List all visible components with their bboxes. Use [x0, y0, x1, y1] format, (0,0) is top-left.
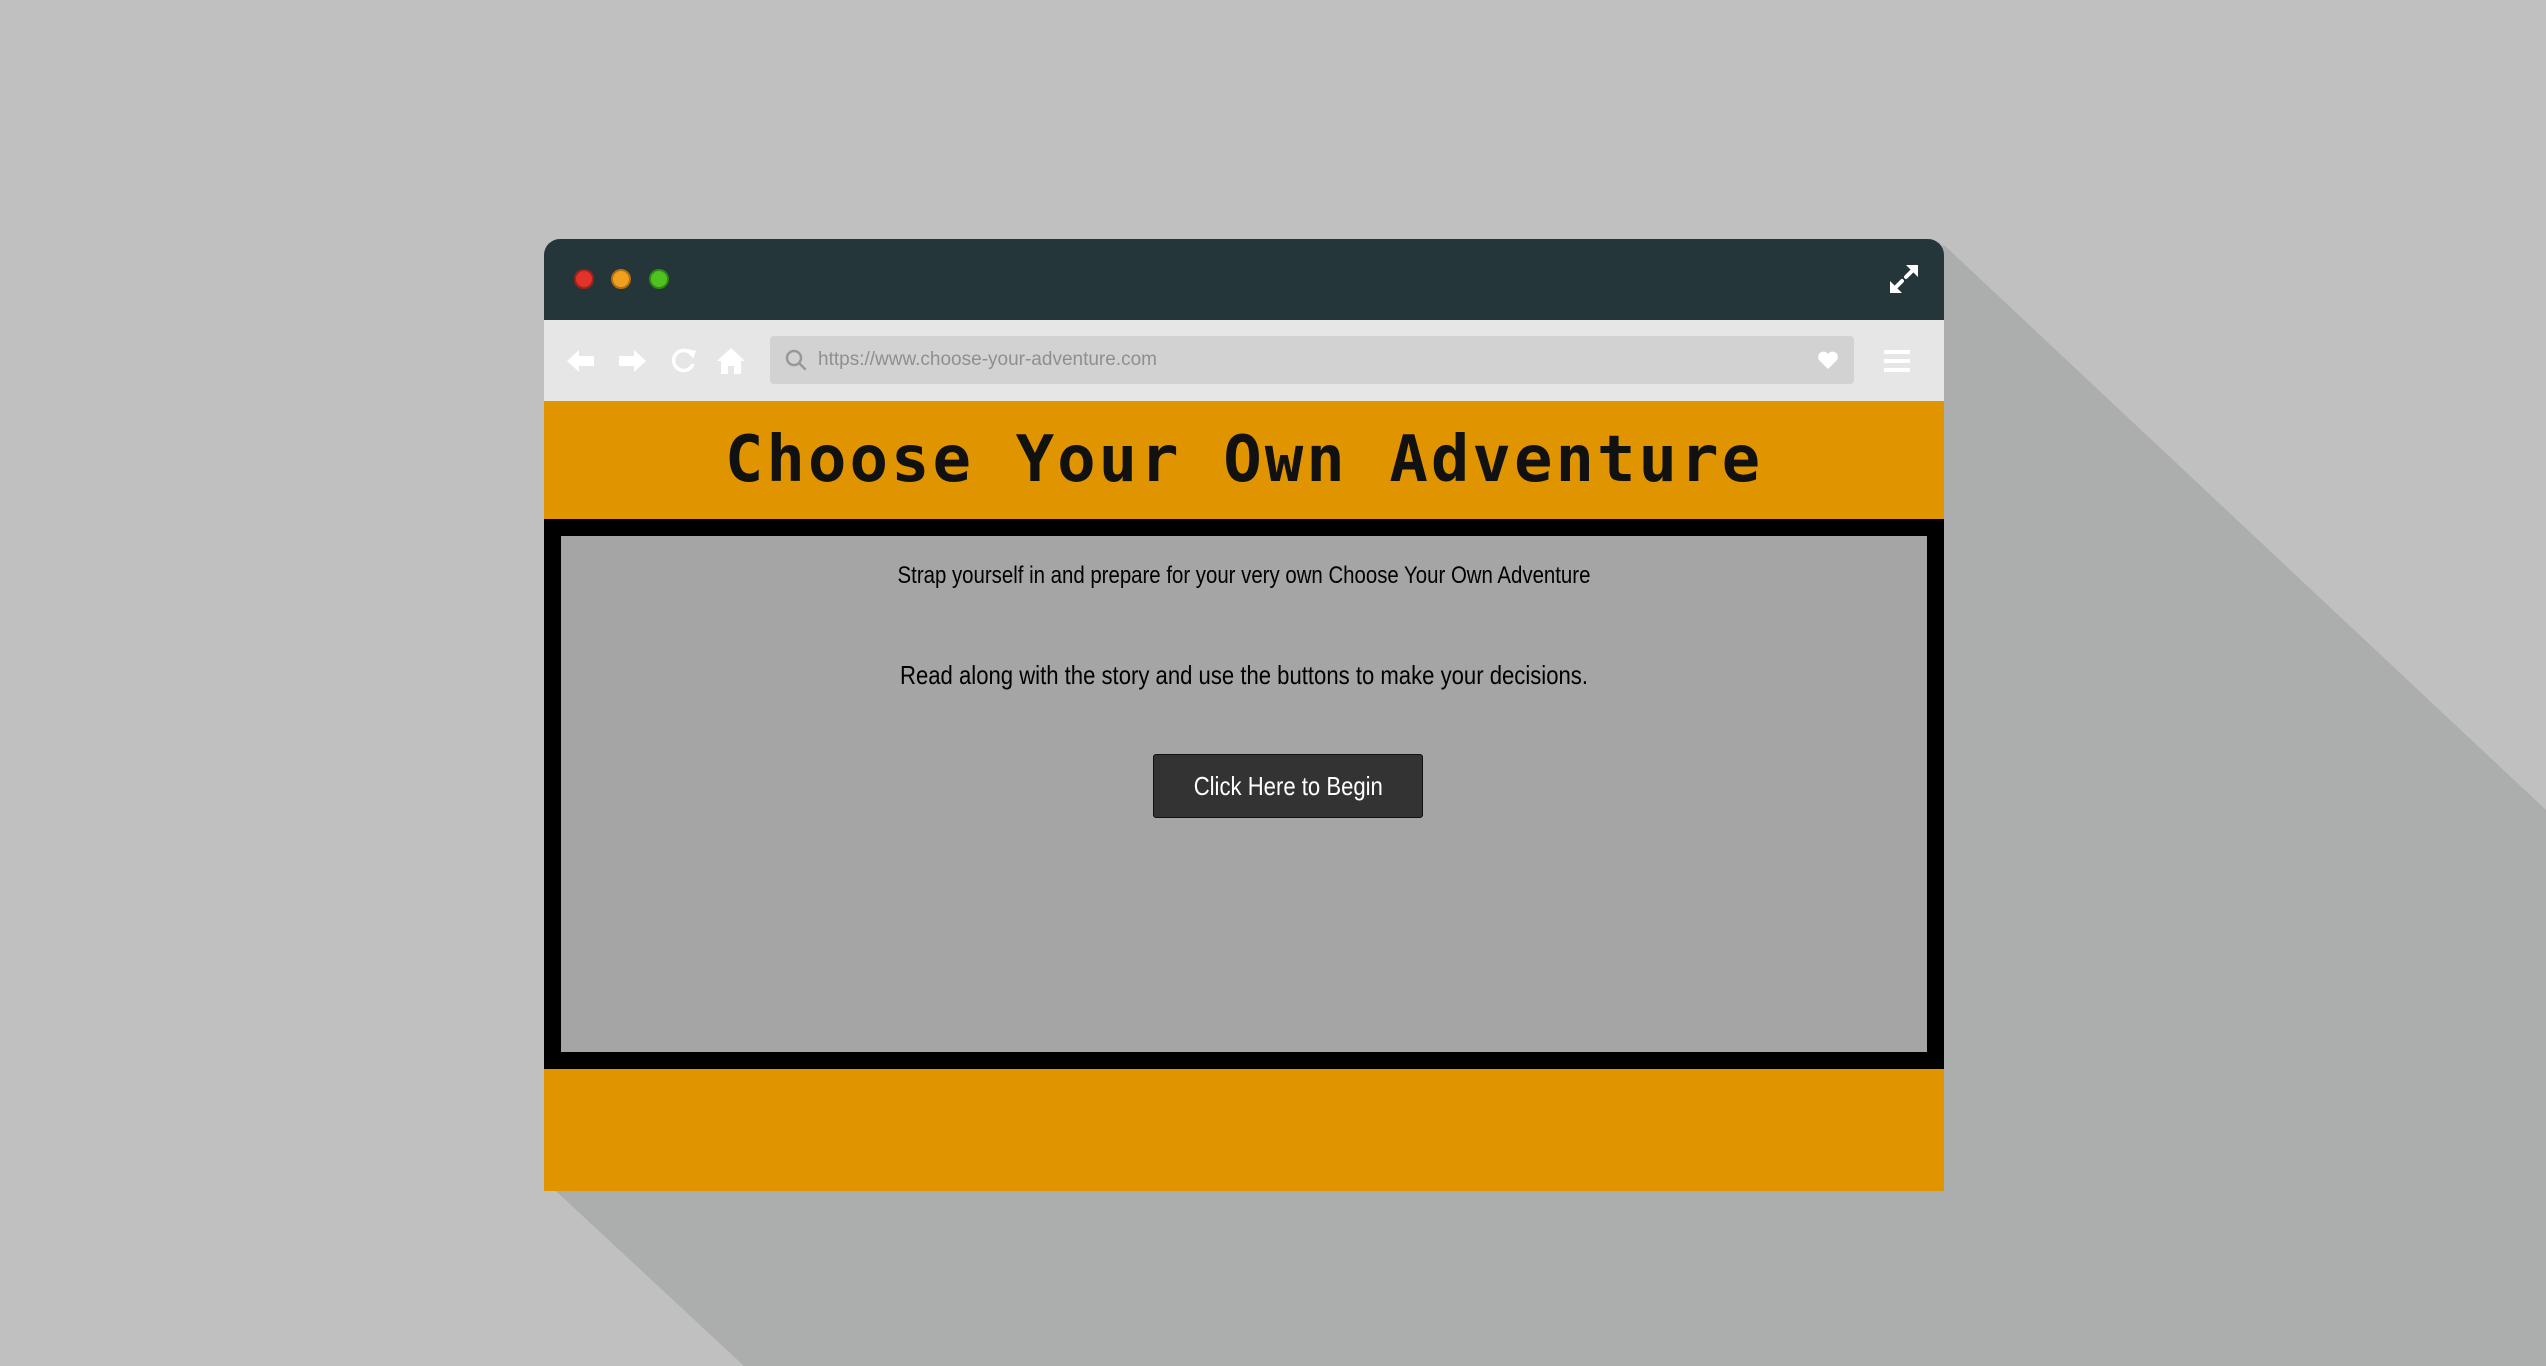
intro-text: Strap yourself in and prepare for your v…: [897, 562, 1591, 589]
page-header: Choose Your Own Adventure: [544, 401, 1944, 519]
web-page: Choose Your Own Adventure Strap yourself…: [544, 401, 1944, 1191]
address-bar[interactable]: https://www.choose-your-adventure.com: [770, 336, 1854, 384]
browser-window: https://www.choose-your-adventure.com Ch…: [544, 239, 1944, 1191]
back-arrow-icon[interactable]: [564, 344, 598, 378]
browser-toolbar: https://www.choose-your-adventure.com: [544, 320, 1944, 401]
minimize-dot[interactable]: [611, 269, 631, 289]
content-frame: Strap yourself in and prepare for your v…: [544, 519, 1944, 1069]
begin-button[interactable]: Click Here to Begin: [1153, 754, 1423, 818]
page-title: Choose Your Own Adventure: [724, 423, 1764, 497]
hamburger-menu-icon[interactable]: [1880, 344, 1914, 378]
reload-icon[interactable]: [666, 344, 700, 378]
home-icon[interactable]: [714, 344, 748, 378]
search-icon: [785, 349, 807, 371]
expand-icon[interactable]: [1886, 261, 1922, 297]
begin-button-label: Click Here to Begin: [1193, 771, 1383, 801]
heart-icon[interactable]: [1816, 348, 1840, 372]
url-text[interactable]: https://www.choose-your-adventure.com: [818, 336, 1157, 384]
title-bar: [544, 239, 1944, 320]
content-panel: Strap yourself in and prepare for your v…: [561, 536, 1927, 1052]
maximize-dot[interactable]: [649, 269, 669, 289]
instructions-text: Read along with the story and use the bu…: [900, 660, 1588, 690]
page-footer: [544, 1069, 1944, 1191]
close-dot[interactable]: [574, 269, 594, 289]
forward-arrow-icon[interactable]: [615, 344, 649, 378]
